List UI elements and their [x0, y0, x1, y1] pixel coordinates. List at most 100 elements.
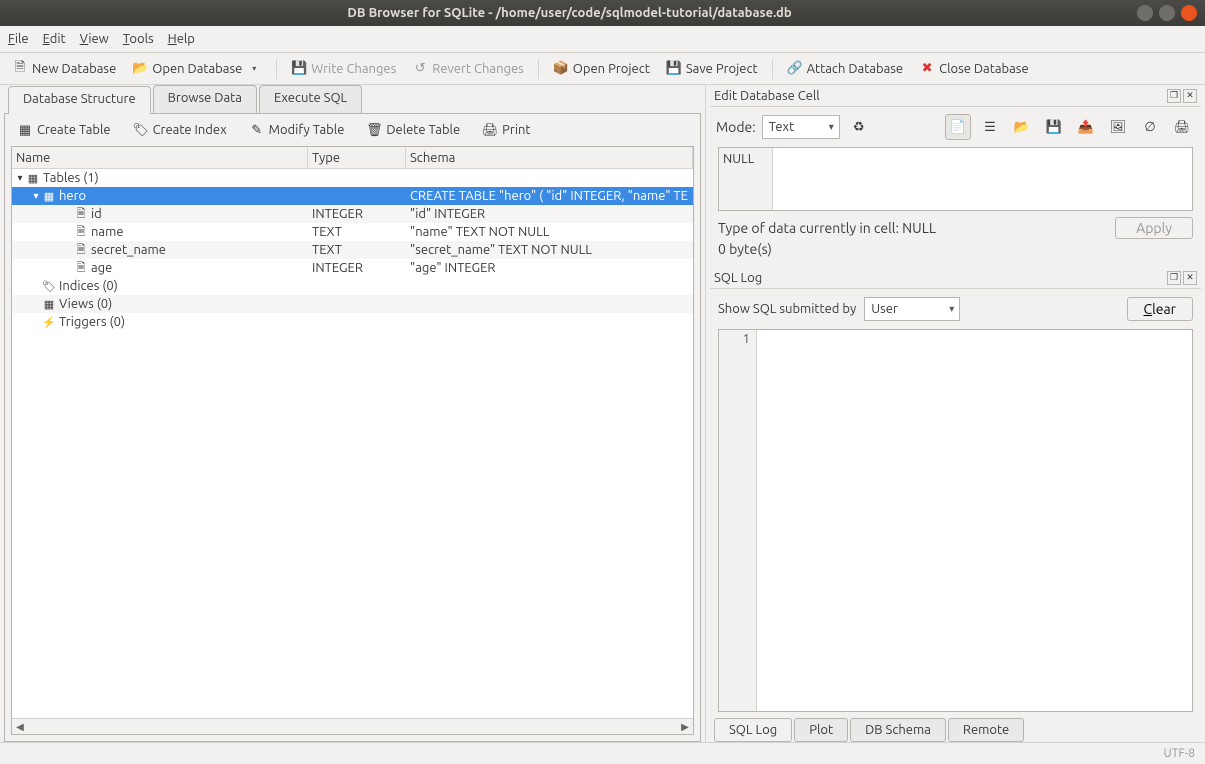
- column-icon: 🗎: [73, 241, 89, 260]
- cell-text-area[interactable]: [773, 148, 1192, 210]
- column-icon: 🗎: [73, 259, 89, 278]
- modify-table-button[interactable]: ✎ Modify Table: [243, 119, 351, 141]
- open-project-icon: 📦: [553, 61, 569, 77]
- structure-toolbar: ▦ Create Table 🏷 Create Index ✎ Modify T…: [5, 114, 700, 146]
- tree-table-hero[interactable]: ▾▦heroCREATE TABLE "hero" ( "id" INTEGER…: [12, 187, 693, 205]
- menu-help[interactable]: Help: [168, 32, 195, 46]
- horizontal-scrollbar[interactable]: ◀ ▶: [12, 718, 693, 734]
- node-type: INTEGER: [308, 261, 406, 275]
- print-icon: 🖨: [482, 122, 498, 138]
- delete-icon: 🗑: [366, 122, 382, 138]
- table-icon: ▦: [41, 190, 57, 203]
- tree-column-name[interactable]: 🗎nameTEXT"name" TEXT NOT NULL: [12, 223, 693, 241]
- sql-log-panel-title: SQL Log ❐ ✕: [710, 267, 1201, 289]
- mode-combo[interactable]: Text: [762, 115, 840, 139]
- cell-editor[interactable]: NULL: [718, 147, 1193, 211]
- tables-icon: ▦: [25, 172, 41, 185]
- cell-type-status: Type of data currently in cell: NULL: [718, 220, 936, 236]
- tree-header: Name Type Schema: [12, 147, 693, 169]
- open-project-button[interactable]: 📦 Open Project: [547, 58, 656, 80]
- log-gutter: 1: [719, 330, 757, 711]
- tree-column-age[interactable]: 🗎ageINTEGER"age" INTEGER: [12, 259, 693, 277]
- undock-icon[interactable]: ❐: [1167, 89, 1181, 103]
- text-format-icon[interactable]: 📄: [945, 114, 971, 140]
- column-icon: 🗎: [73, 223, 89, 242]
- node-type: TEXT: [308, 225, 406, 239]
- node-schema: "secret_name" TEXT NOT NULL: [406, 243, 693, 257]
- tree-triggers-node[interactable]: ⚡Triggers (0): [12, 313, 693, 331]
- node-type: TEXT: [308, 243, 406, 257]
- tree-column-secret_name[interactable]: 🗎secret_name TEXT"secret_name" TEXT NOT N…: [12, 241, 693, 259]
- menu-file[interactable]: File: [8, 32, 29, 46]
- tab-sql-log[interactable]: SQL Log: [714, 718, 792, 742]
- column-name-header[interactable]: Name: [12, 147, 308, 168]
- delete-table-button[interactable]: 🗑 Delete Table: [360, 119, 466, 141]
- node-label: age: [91, 261, 112, 275]
- menu-edit[interactable]: Edit: [43, 32, 66, 46]
- save-project-button[interactable]: 💾 Save Project: [660, 58, 764, 80]
- expand-icon[interactable]: ▾: [15, 172, 25, 184]
- tree-tables-node[interactable]: ▾▦Tables (1): [12, 169, 693, 187]
- create-table-button[interactable]: ▦ Create Table: [11, 119, 117, 141]
- open-file-icon[interactable]: 📂: [1009, 114, 1035, 140]
- clear-log-button[interactable]: Clear: [1127, 297, 1194, 321]
- index-icon: 🏷: [133, 122, 149, 138]
- menubar: File Edit View Tools Help: [0, 26, 1205, 53]
- list-format-icon[interactable]: ☰: [977, 114, 1003, 140]
- print-button[interactable]: 🖨 Print: [476, 119, 536, 141]
- tab-database-structure[interactable]: Database Structure: [8, 86, 151, 114]
- window-title: DB Browser for SQLite - /home/user/code/…: [8, 6, 1131, 20]
- table-icon: ▦: [17, 122, 33, 138]
- close-database-button[interactable]: ✖ Close Database: [913, 58, 1035, 80]
- save-file-icon[interactable]: 💾: [1041, 114, 1067, 140]
- export-icon[interactable]: 📤: [1073, 114, 1099, 140]
- close-panel-icon[interactable]: ✕: [1183, 271, 1197, 285]
- bottom-tabs: SQL Log Plot DB Schema Remote: [710, 712, 1201, 742]
- trigger-icon: ⚡: [41, 316, 57, 329]
- tab-db-schema[interactable]: DB Schema: [850, 718, 946, 742]
- tab-browse-data[interactable]: Browse Data: [153, 85, 257, 113]
- close-icon: ✖: [919, 61, 935, 77]
- tab-plot[interactable]: Plot: [794, 718, 848, 742]
- print-cell-icon[interactable]: 🖨: [1169, 114, 1195, 140]
- node-type: INTEGER: [308, 207, 406, 221]
- minimize-icon[interactable]: [1137, 5, 1153, 21]
- tree-views-node[interactable]: ▦Views (0): [12, 295, 693, 313]
- mode-label: Mode:: [716, 119, 756, 135]
- close-panel-icon[interactable]: ✕: [1183, 89, 1197, 103]
- refresh-cell-icon[interactable]: ♻: [846, 114, 872, 140]
- expand-icon[interactable]: ▾: [31, 190, 41, 202]
- sql-log-body[interactable]: 1: [718, 329, 1193, 712]
- encoding-status: UTF-8: [1164, 747, 1195, 760]
- node-label: hero: [59, 189, 86, 203]
- tab-remote[interactable]: Remote: [948, 718, 1024, 742]
- sql-log-title-text: SQL Log: [714, 271, 762, 285]
- image-icon[interactable]: 🖼: [1105, 114, 1131, 140]
- apply-button[interactable]: Apply: [1115, 217, 1193, 239]
- new-database-button[interactable]: 🗎 New Database: [6, 58, 122, 80]
- tree-indices-node[interactable]: 🏷Indices (0): [12, 277, 693, 295]
- tree-column-id[interactable]: 🗎idINTEGER"id" INTEGER: [12, 205, 693, 223]
- scroll-left-icon[interactable]: ◀: [12, 721, 28, 733]
- create-index-button[interactable]: 🏷 Create Index: [127, 119, 233, 141]
- node-label: secret_name: [91, 243, 166, 257]
- column-type-header[interactable]: Type: [308, 147, 406, 168]
- tab-execute-sql[interactable]: Execute SQL: [259, 85, 362, 113]
- log-content[interactable]: [757, 330, 1192, 711]
- menu-tools[interactable]: Tools: [123, 32, 154, 46]
- modify-icon: ✎: [249, 122, 265, 138]
- null-icon[interactable]: ∅: [1137, 114, 1163, 140]
- attach-database-button[interactable]: 🔗 Attach Database: [781, 58, 910, 80]
- menu-view[interactable]: View: [80, 32, 109, 46]
- edit-cell-panel-title: Edit Database Cell ❐ ✕: [710, 85, 1201, 107]
- node-schema: "name" TEXT NOT NULL: [406, 225, 693, 239]
- column-schema-header[interactable]: Schema: [406, 147, 693, 168]
- save-icon: 💾: [291, 61, 307, 77]
- undock-icon[interactable]: ❐: [1167, 271, 1181, 285]
- statusbar: UTF-8: [0, 742, 1205, 764]
- show-sql-combo[interactable]: User: [864, 297, 960, 321]
- scroll-right-icon[interactable]: ▶: [677, 721, 693, 733]
- close-window-icon[interactable]: [1181, 5, 1197, 21]
- open-database-button[interactable]: 📂 Open Database ▾: [126, 58, 268, 80]
- maximize-icon[interactable]: [1159, 5, 1175, 21]
